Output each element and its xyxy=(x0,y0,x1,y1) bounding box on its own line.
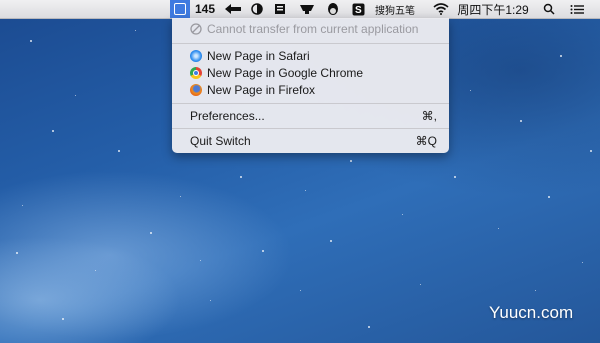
menu-separator xyxy=(172,43,449,44)
notification-count[interactable]: 145 xyxy=(193,0,217,18)
new-page-safari-item[interactable]: New Page in Safari xyxy=(172,47,449,65)
new-page-chrome-item[interactable]: New Page in Google Chrome xyxy=(172,64,449,82)
quit-switch-label: Quit Switch xyxy=(190,134,251,148)
preferences-item[interactable]: Preferences... ⌘, xyxy=(172,107,449,125)
firefox-icon xyxy=(190,84,202,96)
prohibited-icon xyxy=(190,23,202,35)
quit-shortcut: ⌘Q xyxy=(415,134,437,148)
new-page-firefox-label: New Page in Firefox xyxy=(207,83,316,97)
menubar-clock[interactable]: 周四下午1:29 xyxy=(456,0,530,18)
site-watermark: Yuucn.com xyxy=(489,303,574,322)
list-icon[interactable] xyxy=(566,0,588,18)
menu-separator xyxy=(172,103,449,104)
preferences-label: Preferences... xyxy=(190,109,265,123)
new-page-safari-label: New Page in Safari xyxy=(207,49,310,63)
quit-switch-item[interactable]: Quit Switch ⌘Q xyxy=(172,132,449,150)
wifi-icon[interactable] xyxy=(430,0,452,18)
menu-bar: 145 S 搜狗五笔 周四下午1:29 xyxy=(0,0,600,19)
preferences-shortcut: ⌘, xyxy=(421,109,437,123)
new-page-firefox-item[interactable]: New Page in Firefox xyxy=(172,81,449,99)
new-page-chrome-label: New Page in Google Chrome xyxy=(207,66,364,80)
cannot-transfer-item: Cannot transfer from current application xyxy=(172,20,449,38)
switch-dropdown-menu: Cannot transfer from current application… xyxy=(172,18,449,153)
arrow-icon[interactable] xyxy=(223,0,243,18)
half-circle-icon[interactable] xyxy=(248,0,266,18)
monitor-icon[interactable] xyxy=(296,0,318,18)
qq-penguin-icon[interactable] xyxy=(322,0,344,18)
menu-separator xyxy=(172,128,449,129)
cannot-transfer-label: Cannot transfer from current application xyxy=(207,22,419,36)
svg-text:S: S xyxy=(355,5,362,16)
search-icon[interactable] xyxy=(538,0,560,18)
switch-app-icon[interactable] xyxy=(170,0,190,18)
sogou-icon[interactable]: S xyxy=(348,0,368,18)
safari-icon xyxy=(190,50,202,62)
chrome-icon xyxy=(190,67,202,79)
book-icon[interactable] xyxy=(271,0,289,18)
input-method-label[interactable]: 搜狗五笔 xyxy=(368,0,422,18)
